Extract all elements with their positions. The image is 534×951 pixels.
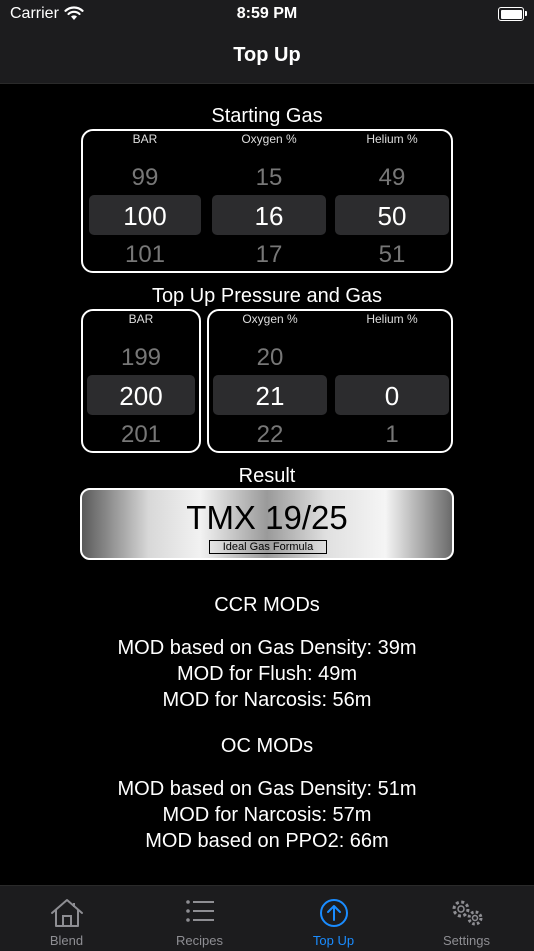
ccr-mods-heading: CCR MODs xyxy=(214,594,320,616)
wheel-value-below: 17 xyxy=(255,241,283,268)
tab-label: Blend xyxy=(49,933,84,948)
starting-gas-title: Starting Gas xyxy=(211,105,323,127)
starting-gas-picker: BAR Oxygen % Helium % 99 100 101 15 16 1… xyxy=(81,129,453,273)
tab-label: Top Up xyxy=(312,933,355,948)
wheel-value-below: 22 xyxy=(256,421,284,448)
wheel-value-below: 101 xyxy=(124,241,166,268)
tab-settings[interactable]: Settings xyxy=(400,886,533,951)
wheel-value-below: 201 xyxy=(120,421,162,448)
clock: 8:59 PM xyxy=(236,5,298,22)
wheel-value-selected: 200 xyxy=(119,381,163,411)
wheel-value-selected: 0 xyxy=(384,381,400,411)
ccr-mod-flush: MOD for Flush: 49m xyxy=(176,663,358,685)
top-up-pressure-picker: BAR 199 200 201 xyxy=(81,309,201,453)
wheel-value-above: 99 xyxy=(131,164,159,191)
result-mix: TMX 19/25 xyxy=(186,499,348,536)
tab-top-up[interactable]: Top Up xyxy=(267,886,400,951)
wheel-value-selected: 100 xyxy=(123,201,167,231)
wheel-value-above: 20 xyxy=(256,344,284,371)
result-title: Result xyxy=(238,465,296,487)
status-bar: Carrier 8:59 PM xyxy=(0,0,534,30)
top-up-gas-picker: Oxygen % Helium % 20 21 22 0 1 xyxy=(207,309,453,453)
wheel-value-below: 1 xyxy=(385,421,399,448)
top-up-bar-wheel[interactable]: 199 200 201 xyxy=(87,311,195,451)
tab-label: Settings xyxy=(443,933,490,948)
oc-mods-heading: OC MODs xyxy=(220,735,314,757)
starting-oxygen-wheel[interactable]: 15 16 17 xyxy=(212,131,326,271)
result-panel: TMX 19/25 Ideal Gas Formula xyxy=(80,488,454,560)
ccr-mod-gas-density: MOD based on Gas Density: 39m xyxy=(117,637,417,659)
wheel-value-above: 15 xyxy=(255,164,283,191)
top-up-oxygen-wheel[interactable]: 20 21 22 xyxy=(213,311,327,451)
ccr-mod-narcosis: MOD for Narcosis: 56m xyxy=(162,689,372,711)
wheel-value-selected: 50 xyxy=(377,201,407,231)
wheel-value-above: 199 xyxy=(120,344,162,371)
wheel-value-selected: 21 xyxy=(255,381,285,411)
wheel-value-selected: 16 xyxy=(254,201,284,231)
list-icon xyxy=(185,898,215,929)
tab-blend[interactable]: Blend xyxy=(0,886,133,951)
battery-icon xyxy=(498,7,527,21)
oc-mod-gas-density: MOD based on Gas Density: 51m xyxy=(117,778,417,800)
tab-recipes[interactable]: Recipes xyxy=(133,886,266,951)
page-title: Top Up xyxy=(233,44,301,66)
house-icon xyxy=(50,898,84,933)
tab-bar: Blend Recipes Top Up Settings xyxy=(0,885,534,951)
starting-helium-wheel[interactable]: 49 50 51 xyxy=(335,131,449,271)
navigation-bar: Top Up xyxy=(0,30,534,84)
wheel-value-below: 51 xyxy=(378,241,406,268)
top-up-helium-wheel[interactable]: 0 1 xyxy=(335,311,449,451)
wheel-value-above: 49 xyxy=(378,164,406,191)
oc-mod-ppo2: MOD based on PPO2: 66m xyxy=(145,830,389,852)
starting-bar-wheel[interactable]: 99 100 101 xyxy=(89,131,201,271)
oc-mod-narcosis: MOD for Narcosis: 57m xyxy=(162,804,372,826)
formula-badge: Ideal Gas Formula xyxy=(209,540,327,554)
tab-label: Recipes xyxy=(176,933,223,948)
arrow-up-circle-icon xyxy=(319,898,349,933)
top-up-title: Top Up Pressure and Gas xyxy=(151,285,383,307)
gears-icon xyxy=(448,898,486,933)
